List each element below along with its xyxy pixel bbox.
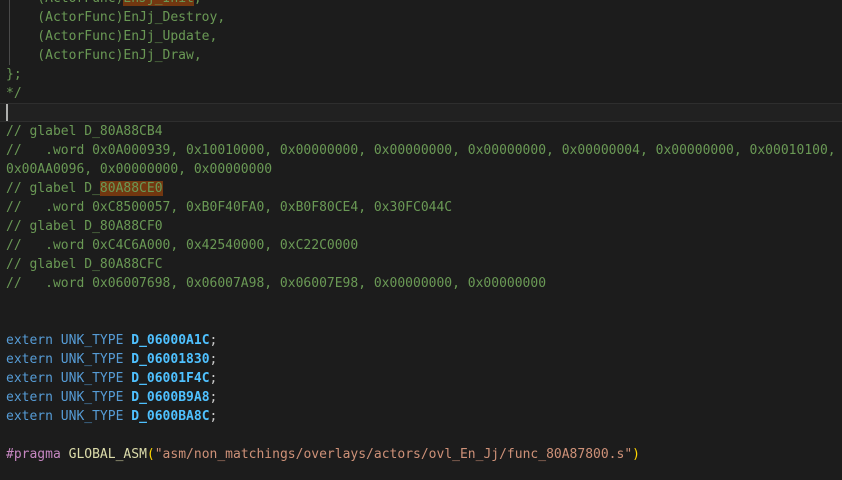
code-token: ; — [210, 352, 218, 367]
code-token: */ — [6, 86, 22, 101]
code-token: GLOBAL_ASM — [69, 447, 147, 462]
code-line[interactable]: extern UNK_TYPE D_0600BA8C; — [6, 407, 217, 426]
code-token — [53, 409, 61, 424]
code-token: (ActorFunc)EnJj_Destroy, — [6, 10, 225, 25]
code-token: "asm/non_matchings/overlays/actors/ovl_E… — [155, 447, 632, 462]
code-token: // .word 0xC8500057, 0xB0F40FA0, 0xB0F80… — [6, 200, 452, 215]
code-token: ) — [632, 447, 640, 462]
code-token: D_06000A1C — [131, 333, 209, 348]
code-token: (ActorFunc) — [6, 0, 123, 6]
code-token: ( — [147, 447, 155, 462]
code-token: ; — [210, 409, 218, 424]
code-token: extern — [6, 409, 53, 424]
code-line[interactable]: extern UNK_TYPE D_06001830; — [6, 350, 217, 369]
code-line[interactable]: extern UNK_TYPE D_06000A1C; — [6, 331, 217, 350]
code-token: D_0600B9A8 — [131, 390, 209, 405]
code-token: ; — [210, 371, 218, 386]
code-token: (ActorFunc)EnJj_Update, — [6, 29, 217, 44]
code-line[interactable]: #pragma GLOBAL_ASM("asm/non_matchings/ov… — [6, 445, 640, 464]
code-line[interactable]: }; — [6, 65, 22, 84]
code-token: (ActorFunc)EnJj_Draw, — [6, 48, 202, 63]
code-token: UNK_TYPE — [61, 390, 124, 405]
code-token: }; — [6, 67, 22, 82]
code-line[interactable]: (ActorFunc)EnJj_Init, — [6, 0, 202, 8]
code-token: UNK_TYPE — [61, 333, 124, 348]
code-line[interactable]: (ActorFunc)EnJj_Update, — [6, 27, 217, 46]
code-token — [53, 352, 61, 367]
code-token: // glabel D_80A88CFC — [6, 257, 163, 272]
code-token: extern — [6, 371, 53, 386]
code-line[interactable]: // .word 0x0A000939, 0x10010000, 0x00000… — [6, 141, 836, 160]
code-token: // glabel D_80A88CB4 — [6, 124, 163, 139]
search-match-highlight: 80A88CE0 — [100, 181, 163, 196]
code-token: extern — [6, 390, 53, 405]
code-token — [53, 390, 61, 405]
code-line[interactable]: // .word 0xC8500057, 0xB0F40FA0, 0xB0F80… — [6, 198, 452, 217]
code-token: extern — [6, 333, 53, 348]
code-token: // .word 0x06007698, 0x06007A98, 0x06007… — [6, 276, 546, 291]
code-line[interactable]: extern UNK_TYPE D_06001F4C; — [6, 369, 217, 388]
code-token: // glabel D_80A88CF0 — [6, 219, 163, 234]
code-line[interactable]: // glabel D_80A88CE0 — [6, 179, 163, 198]
code-line[interactable]: 0x00AA0096, 0x00000000, 0x00000000 — [6, 160, 272, 179]
code-line[interactable]: // glabel D_80A88CF0 — [6, 217, 163, 236]
code-token: extern — [6, 352, 53, 367]
code-line[interactable]: (ActorFunc)EnJj_Destroy, — [6, 8, 225, 27]
text-cursor — [6, 104, 8, 121]
code-token: D_0600BA8C — [131, 409, 209, 424]
search-match-highlight: EnJj_Init — [123, 0, 193, 6]
code-token: 0x00AA0096, 0x00000000, 0x00000000 — [6, 162, 272, 177]
code-line[interactable]: */ — [6, 84, 22, 103]
code-token: // glabel D_ — [6, 181, 100, 196]
code-token: D_06001F4C — [131, 371, 209, 386]
code-token: // .word 0x0A000939, 0x10010000, 0x00000… — [6, 143, 836, 158]
code-token: UNK_TYPE — [61, 371, 124, 386]
code-editor[interactable]: (ActorFunc)EnJj_Init, (ActorFunc)EnJj_De… — [0, 0, 842, 480]
code-token — [53, 333, 61, 348]
code-token: ; — [210, 333, 218, 348]
code-token: UNK_TYPE — [61, 409, 124, 424]
current-line-highlight — [0, 103, 842, 122]
code-token — [53, 371, 61, 386]
code-line[interactable]: // .word 0x06007698, 0x06007A98, 0x06007… — [6, 274, 546, 293]
code-token: UNK_TYPE — [61, 352, 124, 367]
code-token: D_06001830 — [131, 352, 209, 367]
code-token — [61, 447, 69, 462]
code-token: ; — [210, 390, 218, 405]
code-line[interactable]: extern UNK_TYPE D_0600B9A8; — [6, 388, 217, 407]
code-token: #pragma — [6, 447, 61, 462]
code-token: , — [194, 0, 202, 6]
code-token: // .word 0xC4C6A000, 0x42540000, 0xC22C0… — [6, 238, 358, 253]
code-line[interactable]: // .word 0xC4C6A000, 0x42540000, 0xC22C0… — [6, 236, 358, 255]
code-line[interactable]: // glabel D_80A88CB4 — [6, 122, 163, 141]
code-line[interactable]: // glabel D_80A88CFC — [6, 255, 163, 274]
code-line[interactable]: (ActorFunc)EnJj_Draw, — [6, 46, 202, 65]
